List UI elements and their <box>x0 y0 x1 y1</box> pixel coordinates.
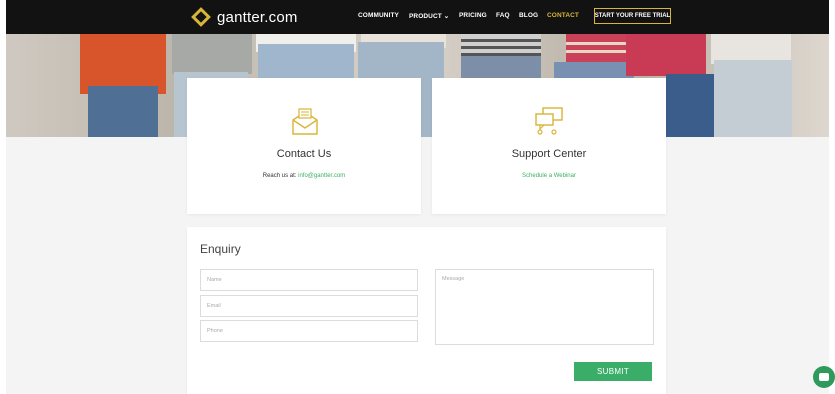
support-center-card: Support Center Schedule a Webinar <box>432 78 666 214</box>
brand-logo[interactable]: gantter.com <box>191 6 298 28</box>
support-center-title: Support Center <box>511 148 587 160</box>
contact-us-title: Contact Us <box>276 148 332 160</box>
nav-community[interactable]: COMMUNITY <box>358 12 399 19</box>
support-center-text: Schedule a Webinar <box>432 173 666 179</box>
schedule-webinar-link[interactable]: Schedule a Webinar <box>522 173 576 179</box>
nav-pricing[interactable]: PRICING <box>459 12 487 19</box>
phone-input[interactable] <box>200 320 418 342</box>
mail-icon <box>292 108 318 135</box>
name-input[interactable] <box>200 269 418 291</box>
nav-faq[interactable]: FAQ <box>496 12 510 19</box>
contact-us-text: Reach us at: info@gantter.com <box>187 173 421 179</box>
top-navbar: gantter.com COMMUNITY PRODUCT ⌄ PRICING … <box>6 0 829 34</box>
reach-us-label: Reach us at: <box>262 173 297 179</box>
nav-blog[interactable]: BLOG <box>519 12 538 19</box>
email-input[interactable] <box>200 295 418 317</box>
chat-bubbles-icon <box>535 107 563 135</box>
nav-contact[interactable]: CONTACT <box>547 12 579 19</box>
submit-button[interactable]: SUBMIT <box>574 362 652 381</box>
chat-icon <box>819 373 829 381</box>
free-trial-button[interactable]: START YOUR FREE TRIAL <box>594 8 671 24</box>
message-textarea[interactable] <box>435 269 654 345</box>
diamond-logo-icon <box>191 7 211 27</box>
enquiry-title: Enquiry <box>200 242 241 256</box>
contact-email-link[interactable]: info@gantter.com <box>298 173 345 179</box>
live-chat-button[interactable] <box>813 366 835 388</box>
contact-us-card: Contact Us Reach us at: info@gantter.com <box>187 78 421 214</box>
brand-name: gantter.com <box>217 8 298 26</box>
nav-product[interactable]: PRODUCT ⌄ <box>409 12 449 20</box>
